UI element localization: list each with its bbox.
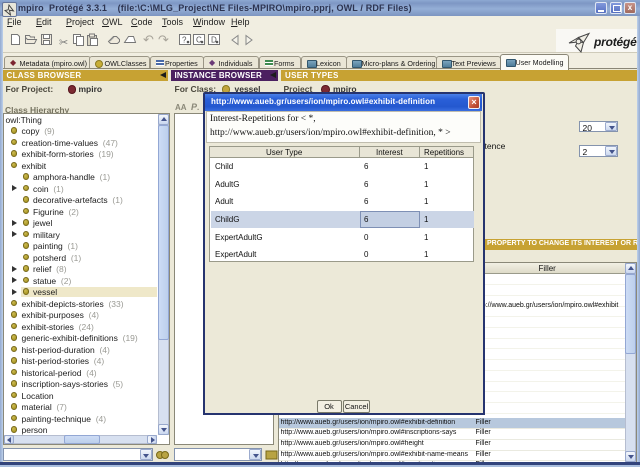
svg-text:D: D bbox=[211, 36, 217, 45]
svg-text:?: ? bbox=[182, 36, 187, 45]
svg-text:C: C bbox=[196, 36, 202, 45]
